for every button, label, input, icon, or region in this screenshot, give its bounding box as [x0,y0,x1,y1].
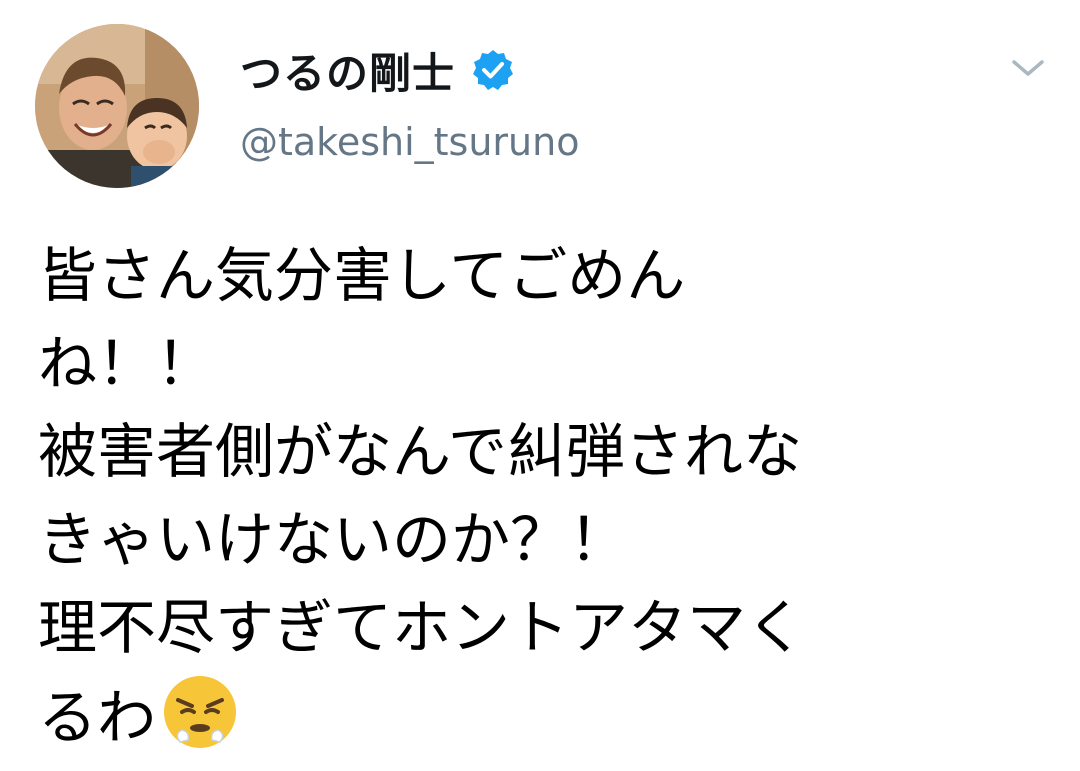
face-with-steam-from-nose-icon [164,676,237,748]
author-display-name[interactable]: つるの剛士 [240,40,455,101]
tweet-text-line: ね！！ [38,329,216,398]
tweet-text-line: るわ [38,683,157,752]
chevron-down-icon [1012,60,1044,76]
avatar[interactable] [35,24,199,188]
tweet-text-line: 被害者側がなんで糾弾されな [38,417,803,486]
tweet-text-line: 皆さん気分害してごめん [38,241,686,310]
profile-photo-icon [35,24,199,188]
verified-badge-icon [473,50,514,90]
tweet-text-line: 理不尽すぎてホントアタマく [38,593,806,662]
tweet-text-line: きゃいけないのか？！ [38,505,629,574]
tweet-menu-button[interactable] [1000,48,1056,88]
author-name-row[interactable]: つるの剛士 [240,40,515,100]
author-handle[interactable]: @takeshi_tsuruno [240,120,579,164]
tweet-card: つるの剛士 @takeshi_tsuruno 皆さん気分害してごめん ね！！ 被… [0,0,1080,771]
tweet-text: 皆さん気分害してごめん ね！！ 被害者側がなんで糾弾されな きゃいけないのか？！… [38,232,1038,760]
tweet-text-last-line: るわ [38,672,1038,760]
